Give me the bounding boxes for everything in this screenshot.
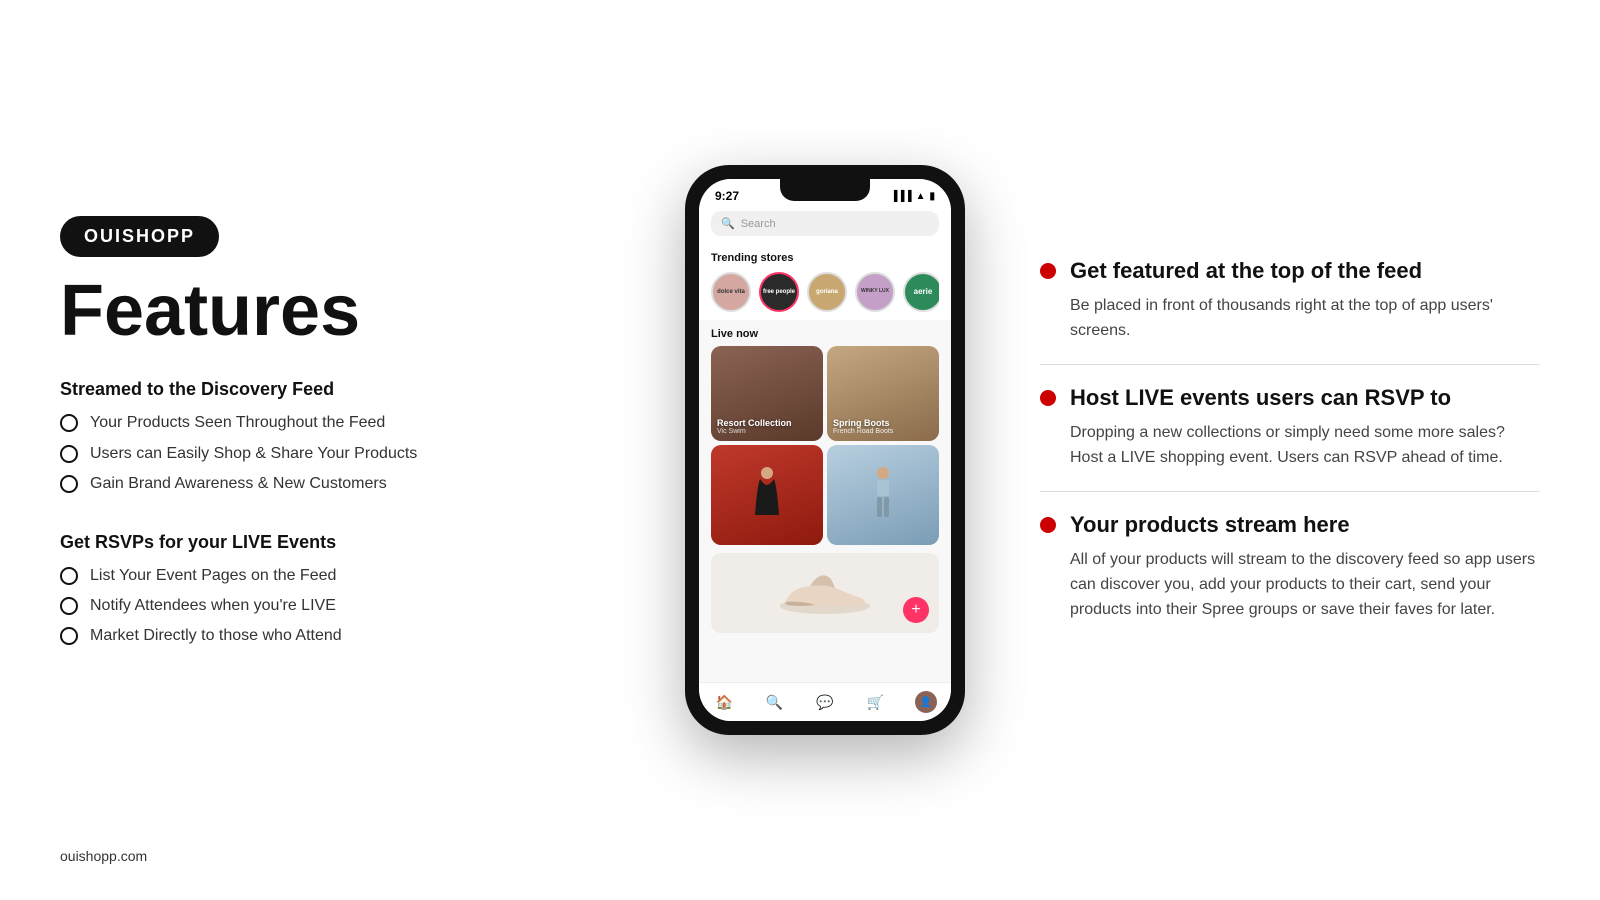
live-card-resort-title: Resort Collection xyxy=(717,418,792,428)
bullet-item: List Your Event Pages on the Feed xyxy=(60,565,610,587)
live-card-boots-sub: French Road Boots xyxy=(833,428,893,435)
search-bar: 🔍 Search xyxy=(699,207,951,244)
product-row xyxy=(699,441,951,549)
page-wrapper: OUISHOPP Features Streamed to the Discov… xyxy=(0,0,1600,900)
red-dot-icon xyxy=(1040,517,1056,533)
signal-icon: ▐▐▐ xyxy=(890,191,911,202)
live-section: Live now Resort Collection Vic Swim xyxy=(699,320,951,441)
product-card-dress[interactable] xyxy=(711,445,823,545)
trending-label: Trending stores xyxy=(711,252,939,264)
status-icons: ▐▐▐ ▲ ▮ xyxy=(890,191,935,202)
status-time: 9:27 xyxy=(715,189,739,203)
bullet-icon xyxy=(60,627,78,645)
feature-desc-3: All of your products will stream to the … xyxy=(1040,548,1540,622)
phone-nav: 🏠 🔍 💬 🛒 👤 xyxy=(699,682,951,721)
nav-home-icon[interactable]: 🏠 xyxy=(713,691,735,713)
bullet-item: Gain Brand Awareness & New Customers xyxy=(60,473,610,495)
phone-frame: 9:27 ▐▐▐ ▲ ▮ 🔍 Search Trendin xyxy=(685,165,965,735)
bullet-item: Users can Easily Shop & Share Your Produ… xyxy=(60,443,610,465)
bullet-text: Notify Attendees when you're LIVE xyxy=(90,595,336,617)
logo-text: OUISHOPP xyxy=(84,226,195,247)
feature-title-2: Host LIVE events users can RSVP to xyxy=(1070,385,1451,411)
feature-item-3: Your products stream here All of your pr… xyxy=(1040,512,1540,643)
feature-header-3: Your products stream here xyxy=(1040,512,1540,538)
search-icon: 🔍 xyxy=(721,217,735,230)
feature-title-1: Get featured at the top of the feed xyxy=(1070,258,1422,284)
shoe-card: + xyxy=(711,553,939,633)
bullet-text: Market Directly to those who Attend xyxy=(90,625,342,647)
store-avatar-free-people[interactable]: free people xyxy=(759,272,799,312)
nav-cart-icon[interactable]: 🛒 xyxy=(864,691,886,713)
search-input-display[interactable]: 🔍 Search xyxy=(711,211,939,236)
phone-notch xyxy=(780,179,870,201)
bullet-icon xyxy=(60,445,78,463)
bullet-text: Your Products Seen Throughout the Feed xyxy=(90,412,385,434)
live-card-resort[interactable]: Resort Collection Vic Swim xyxy=(711,346,823,441)
live-card-resort-sub: Vic Swim xyxy=(717,428,792,435)
feature-desc-1: Be placed in front of thousands right at… xyxy=(1040,294,1540,344)
page-title: Features xyxy=(60,275,610,347)
nav-chat-icon[interactable]: 💬 xyxy=(814,691,836,713)
wifi-icon: ▲ xyxy=(916,191,926,202)
search-placeholder: Search xyxy=(741,218,776,230)
battery-icon: ▮ xyxy=(929,191,935,202)
store-avatars: dolce vita free people goriana WINKY LUX… xyxy=(711,272,939,312)
feature-header-2: Host LIVE events users can RSVP to xyxy=(1040,385,1540,411)
feature-desc-2: Dropping a new collections or simply nee… xyxy=(1040,421,1540,471)
bullet-icon xyxy=(60,567,78,585)
left-section: OUISHOPP Features Streamed to the Discov… xyxy=(60,216,610,683)
section2-heading: Get RSVPs for your LIVE Events xyxy=(60,532,610,553)
store-avatar-goriana[interactable]: goriana xyxy=(807,272,847,312)
phone-screen: 9:27 ▐▐▐ ▲ ▮ 🔍 Search Trendin xyxy=(699,179,951,721)
bullet-text: List Your Event Pages on the Feed xyxy=(90,565,336,587)
section1-bullets: Your Products Seen Throughout the Feed U… xyxy=(60,412,610,503)
live-card-boots-title: Spring Boots xyxy=(833,418,893,428)
section1-heading: Streamed to the Discovery Feed xyxy=(60,379,610,400)
bullet-item: Market Directly to those who Attend xyxy=(60,625,610,647)
right-section: Get featured at the top of the feed Be p… xyxy=(1040,258,1540,643)
bullet-text: Users can Easily Shop & Share Your Produ… xyxy=(90,443,417,465)
plus-icon: + xyxy=(911,601,920,619)
product-card-sport[interactable] xyxy=(827,445,939,545)
shoe-section: + xyxy=(699,549,951,641)
website-url: ouishopp.com xyxy=(60,848,147,864)
bullet-item: Notify Attendees when you're LIVE xyxy=(60,595,610,617)
nav-search-icon[interactable]: 🔍 xyxy=(764,691,786,713)
red-dot-icon xyxy=(1040,390,1056,406)
trending-section: Trending stores dolce vita free people g… xyxy=(699,244,951,320)
logo-pill: OUISHOPP xyxy=(60,216,219,257)
bullet-text: Gain Brand Awareness & New Customers xyxy=(90,473,387,495)
feature-header-1: Get featured at the top of the feed xyxy=(1040,258,1540,284)
phone-section: 9:27 ▐▐▐ ▲ ▮ 🔍 Search Trendin xyxy=(685,165,965,735)
red-dot-icon xyxy=(1040,263,1056,279)
live-label: Live now xyxy=(711,328,939,340)
store-avatar-aerie[interactable]: aerie xyxy=(903,272,939,312)
nav-profile-icon[interactable]: 👤 xyxy=(915,691,937,713)
bullet-icon xyxy=(60,597,78,615)
store-avatar-dolce-vita[interactable]: dolce vita xyxy=(711,272,751,312)
store-avatar-winkylux[interactable]: WINKY LUX xyxy=(855,272,895,312)
feature-item-2: Host LIVE events users can RSVP to Dropp… xyxy=(1040,385,1540,492)
bullet-icon xyxy=(60,414,78,432)
live-grid: Resort Collection Vic Swim Spring Boots … xyxy=(711,346,939,441)
bullet-item: Your Products Seen Throughout the Feed xyxy=(60,412,610,434)
add-button[interactable]: + xyxy=(903,597,929,623)
feature-title-3: Your products stream here xyxy=(1070,512,1350,538)
live-card-boots[interactable]: Spring Boots French Road Boots xyxy=(827,346,939,441)
bullet-icon xyxy=(60,475,78,493)
feature-item-1: Get featured at the top of the feed Be p… xyxy=(1040,258,1540,365)
section2-bullets: List Your Event Pages on the Feed Notify… xyxy=(60,565,610,656)
